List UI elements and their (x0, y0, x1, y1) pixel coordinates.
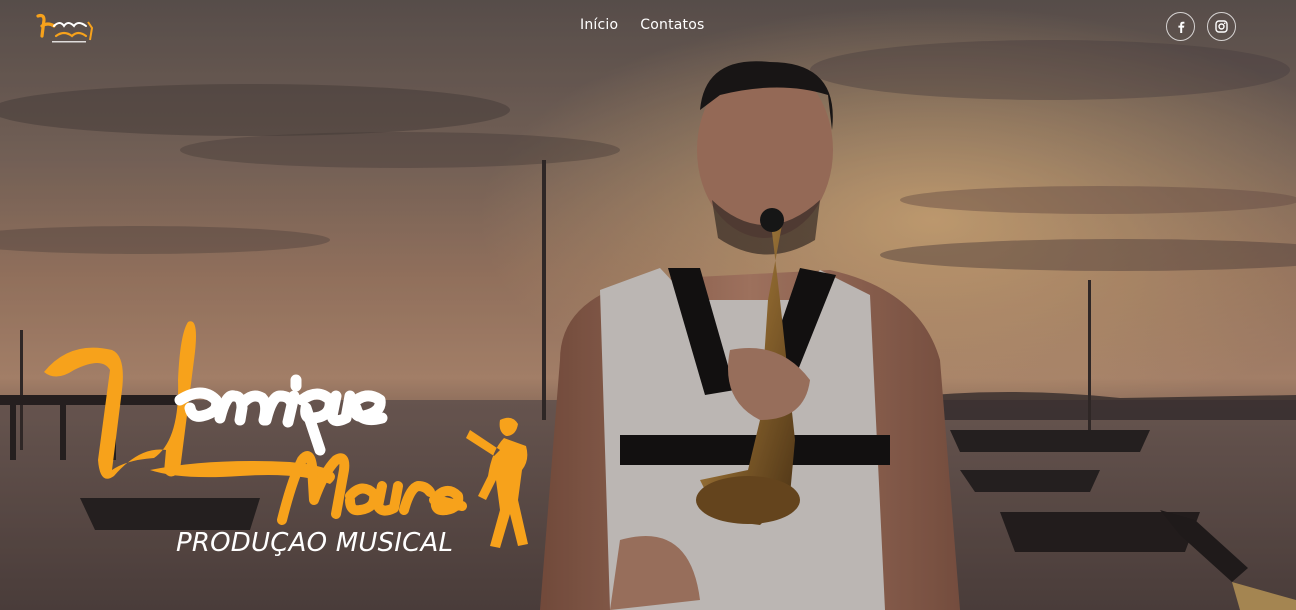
main-nav: Início Contatos (580, 17, 704, 33)
nav-link-inicio[interactable]: Início (580, 17, 618, 33)
site-logo-mark (36, 13, 94, 43)
brand-tagline: PRODUÇAO MUSICAL (176, 528, 454, 558)
instagram-link[interactable] (1207, 12, 1236, 41)
nav-link-contatos[interactable]: Contatos (640, 17, 704, 33)
instagram-icon (1215, 20, 1228, 33)
site-header: Início Contatos (0, 0, 1296, 56)
facebook-icon (1177, 21, 1184, 33)
facebook-link[interactable] (1166, 12, 1195, 41)
site-logo[interactable] (34, 10, 98, 46)
